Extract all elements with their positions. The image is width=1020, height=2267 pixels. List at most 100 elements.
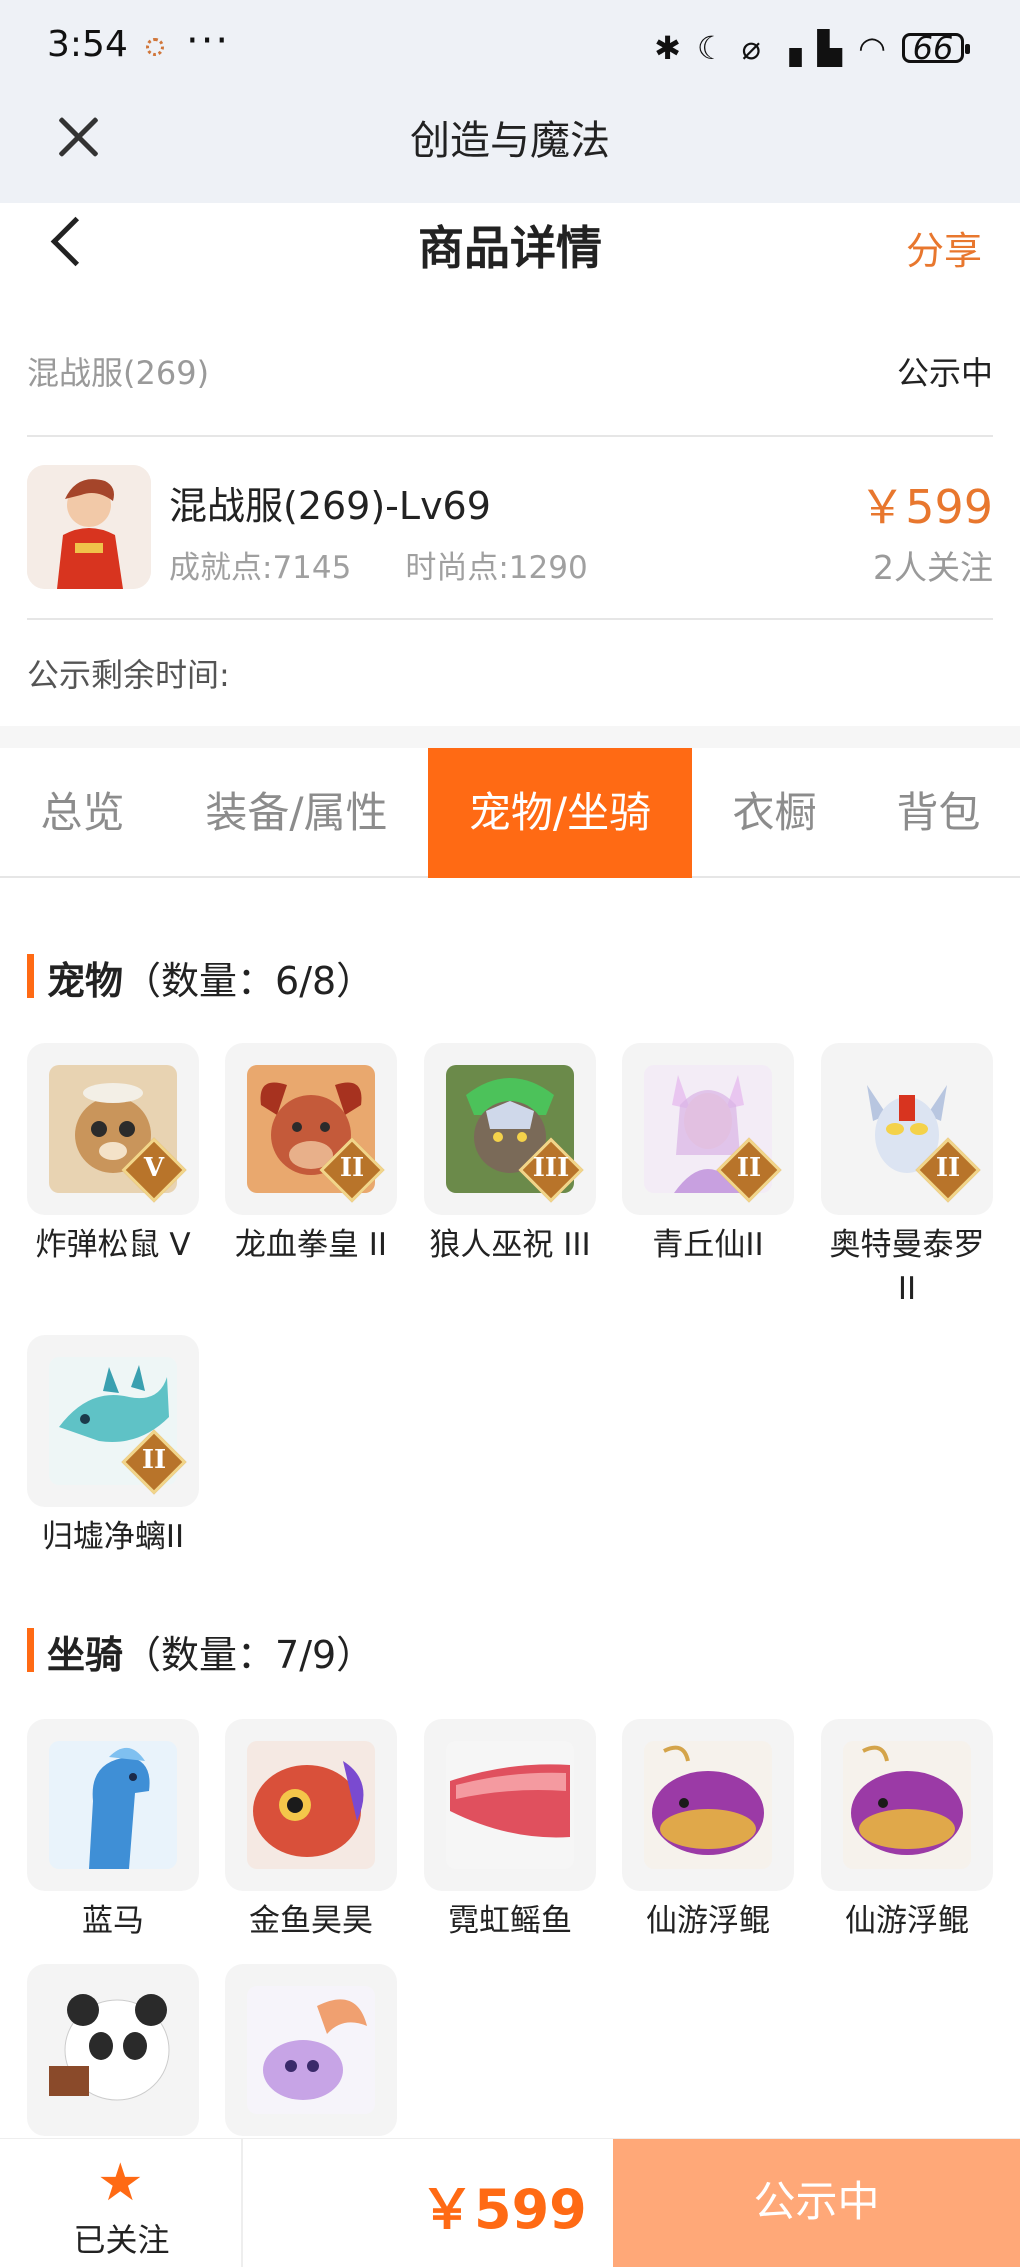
server-row: 混战服(269) 公示中 bbox=[27, 348, 993, 408]
status-icons: ✱ ☾ ⌀ ▗ ▙ ◠ 66 bbox=[654, 26, 970, 70]
rank-label: II bbox=[141, 1445, 167, 1475]
mount-item[interactable]: 蓝马 bbox=[27, 1719, 199, 1943]
pet-item[interactable]: II 归墟净螭II bbox=[27, 1335, 199, 1559]
pet-name: 狼人巫祝 III bbox=[429, 1227, 591, 1263]
battery-icon: 66 bbox=[902, 32, 970, 64]
divider bbox=[27, 435, 993, 437]
tab-bar: 总览 装备/属性 宠物/坐骑 衣橱 背包 bbox=[0, 748, 1020, 878]
pet-item[interactable]: II 青丘仙II bbox=[622, 1043, 794, 1267]
mount-name: 仙游浮鲲 bbox=[845, 1903, 969, 1939]
pets-title-text: 宠物 bbox=[47, 959, 124, 1003]
more-dots: ··· bbox=[186, 18, 231, 64]
pets-count: （数量：6/8） bbox=[123, 959, 375, 1003]
app-title: 创造与魔法 bbox=[410, 118, 610, 164]
pet-thumbnail: V bbox=[27, 1043, 199, 1215]
mount-name: 金鱼昊昊 bbox=[249, 1903, 373, 1939]
tab-backpack[interactable]: 背包 bbox=[857, 748, 1020, 878]
section-accent bbox=[27, 1628, 34, 1672]
achievement-points: 成就点:7145 bbox=[169, 550, 352, 586]
tab-equipment[interactable]: 装备/属性 bbox=[165, 748, 428, 878]
rank-label: II bbox=[339, 1153, 365, 1183]
mount-image bbox=[446, 1741, 574, 1869]
mounts-title: 坐骑（数量：7/9） bbox=[47, 1624, 374, 1679]
product-name: 混战服(269)-Lv69 bbox=[169, 484, 491, 528]
status-bar: 3:54 ··· ✱ ☾ ⌀ ▗ ▙ ◠ 66 bbox=[0, 0, 1020, 100]
moon-icon: ☾ bbox=[696, 29, 726, 67]
mounts-count: （数量：7/9） bbox=[123, 1633, 375, 1677]
pet-name: 炸弹松鼠 V bbox=[35, 1227, 191, 1263]
mount-thumbnail bbox=[821, 1719, 993, 1891]
mount-item[interactable]: 仙游浮鲲 bbox=[821, 1719, 993, 1943]
mount-image bbox=[49, 1986, 177, 2114]
pet-item[interactable]: II 奥特曼泰罗II bbox=[821, 1043, 993, 1311]
tab-wardrobe[interactable]: 衣橱 bbox=[692, 748, 857, 878]
tab-overview[interactable]: 总览 bbox=[0, 748, 165, 878]
character-avatar bbox=[27, 465, 151, 589]
pet-item[interactable]: V 炸弹松鼠 V bbox=[27, 1043, 199, 1267]
rank-label: V bbox=[143, 1153, 165, 1183]
page-title: 商品详情 bbox=[418, 221, 602, 275]
follow-button[interactable]: ★ 已关注 bbox=[0, 2139, 243, 2267]
pet-name: 奥特曼泰罗II bbox=[829, 1227, 985, 1307]
divider bbox=[27, 618, 993, 620]
loading-icon bbox=[146, 38, 164, 56]
mount-name: 仙游浮鲲 bbox=[646, 1903, 770, 1939]
rank-label: II bbox=[935, 1153, 961, 1183]
mute-icon: ⌀ bbox=[741, 29, 761, 67]
rank-label: III bbox=[532, 1153, 570, 1183]
mount-item[interactable] bbox=[225, 1964, 397, 2144]
product-price: ￥599 bbox=[859, 480, 993, 534]
share-button[interactable]: 分享 bbox=[906, 220, 982, 275]
mount-thumbnail bbox=[27, 1719, 199, 1891]
hd-signal-icon: ▙ bbox=[817, 29, 843, 67]
follow-label: 已关注 bbox=[73, 2221, 170, 2259]
mount-image bbox=[247, 1986, 375, 2114]
rank-label: II bbox=[736, 1153, 762, 1183]
signal-icon: ▗ bbox=[776, 29, 802, 67]
mount-image bbox=[843, 1741, 971, 1869]
mount-name: 蓝马 bbox=[82, 1903, 144, 1939]
mount-name: 霓虹鳐鱼 bbox=[448, 1903, 572, 1939]
pet-item[interactable]: III 狼人巫祝 III bbox=[424, 1043, 596, 1267]
mount-thumbnail bbox=[225, 1719, 397, 1891]
remaining-time-label: 公示剩余时间: bbox=[27, 656, 230, 694]
pet-thumbnail: II bbox=[622, 1043, 794, 1215]
mount-image bbox=[644, 1741, 772, 1869]
pet-thumbnail: II bbox=[225, 1043, 397, 1215]
mount-thumbnail bbox=[27, 1964, 199, 2136]
mount-image bbox=[247, 1741, 375, 1869]
publicity-status: 公示中 bbox=[896, 354, 993, 392]
bluetooth-icon: ✱ bbox=[654, 29, 681, 67]
bottom-action-bar: ★ 已关注 ￥599 公示中 bbox=[0, 2138, 1020, 2267]
pet-thumbnail: II bbox=[27, 1335, 199, 1507]
fashion-points: 时尚点:1290 bbox=[405, 550, 588, 586]
mount-item[interactable] bbox=[27, 1964, 199, 2144]
product-stats: 成就点:7145 时尚点:1290 bbox=[169, 542, 642, 587]
mount-thumbnail bbox=[622, 1719, 794, 1891]
pet-name: 青丘仙II bbox=[652, 1227, 764, 1263]
mount-thumbnail bbox=[225, 1964, 397, 2136]
section-accent bbox=[27, 954, 34, 998]
status-time: 3:54 bbox=[47, 24, 128, 65]
mount-thumbnail bbox=[424, 1719, 596, 1891]
star-icon: ★ bbox=[97, 2153, 144, 2213]
mount-image bbox=[49, 1741, 177, 1869]
pet-name: 龙血拳皇 II bbox=[234, 1227, 388, 1263]
publicity-button[interactable]: 公示中 bbox=[613, 2139, 1020, 2267]
server-name: 混战服(269) bbox=[27, 354, 210, 392]
pets-title: 宠物（数量：6/8） bbox=[47, 950, 374, 1005]
follower-count: 2人关注 bbox=[873, 548, 993, 587]
bottom-price: ￥599 bbox=[420, 2178, 587, 2241]
pet-item[interactable]: II 龙血拳皇 II bbox=[225, 1043, 397, 1267]
mount-item[interactable]: 金鱼昊昊 bbox=[225, 1719, 397, 1943]
mount-item[interactable]: 仙游浮鲲 bbox=[622, 1719, 794, 1943]
pet-thumbnail: II bbox=[821, 1043, 993, 1215]
mount-item[interactable]: 霓虹鳐鱼 bbox=[424, 1719, 596, 1943]
pet-thumbnail: III bbox=[424, 1043, 596, 1215]
product-card: 混战服(269)-Lv69 成就点:7145 时尚点:1290 ￥599 2人关注 bbox=[27, 465, 993, 590]
pet-name: 归墟净螭II bbox=[41, 1519, 185, 1555]
section-gap bbox=[0, 726, 1020, 748]
wifi-icon: ◠ bbox=[858, 29, 886, 67]
tab-pets-mounts[interactable]: 宠物/坐骑 bbox=[428, 748, 692, 878]
mounts-title-text: 坐骑 bbox=[47, 1633, 124, 1677]
